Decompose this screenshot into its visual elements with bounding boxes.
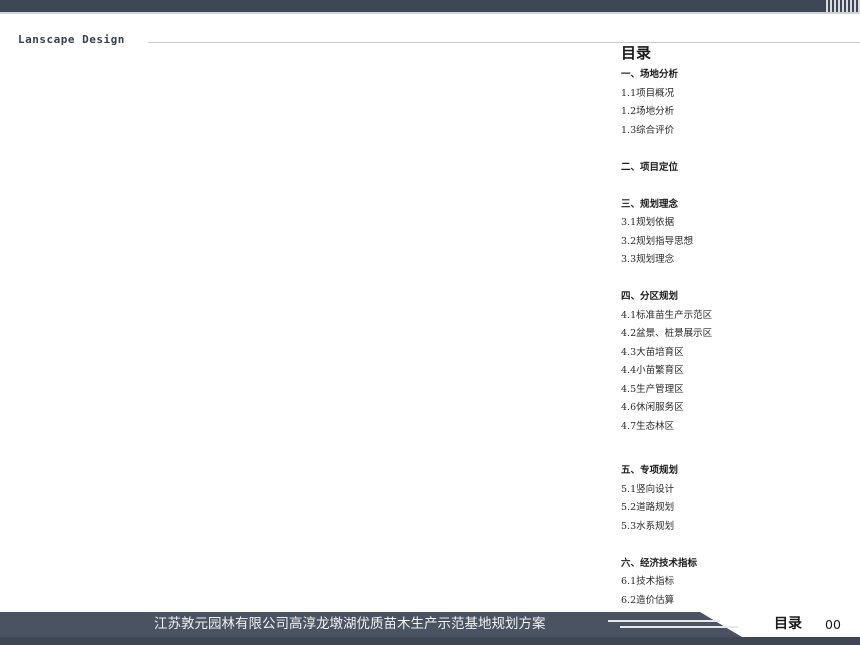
footer-stripe: [620, 626, 738, 628]
footer-base-bar: [0, 637, 860, 645]
brand-title: Lanscape Design: [18, 33, 125, 46]
toc-item[interactable]: 6.1技术指标: [621, 573, 851, 592]
toc-item[interactable]: 4.7生态林区: [621, 418, 851, 437]
toc-item[interactable]: 3.3规划理念: [621, 251, 851, 270]
top-divider: [0, 12, 860, 14]
toc-item[interactable]: 1.1项目概况: [621, 85, 851, 104]
top-bar: [0, 0, 860, 12]
toc-item[interactable]: 6.2造价估算: [621, 592, 851, 611]
section-heading[interactable]: 五、专项规划: [621, 462, 851, 481]
toc-title: 目录: [621, 44, 652, 62]
toc-item[interactable]: 4.3大苗培育区: [621, 344, 851, 363]
toc-item[interactable]: 1.2场地分析: [621, 103, 851, 122]
toc-item[interactable]: 4.2盆景、桩景展示区: [621, 325, 851, 344]
toc-item[interactable]: 5.1竖向设计: [621, 481, 851, 500]
toc-item[interactable]: 4.5生产管理区: [621, 381, 851, 400]
section-heading[interactable]: 四、分区规划: [621, 288, 851, 307]
footer-stripe: [608, 620, 720, 622]
toc-item[interactable]: 3.2规划指导思想: [621, 233, 851, 252]
toc-item[interactable]: 3.1规划依据: [621, 214, 851, 233]
toc-item[interactable]: 4.6休闲服务区: [621, 399, 851, 418]
toc-section-6: 六、经济技术指标 6.1技术指标 6.2造价估算: [621, 555, 851, 611]
section-heading[interactable]: 二、项目定位: [621, 159, 851, 178]
section-heading[interactable]: 三、规划理念: [621, 196, 851, 215]
toc-item[interactable]: 5.2道路规划: [621, 499, 851, 518]
section-heading[interactable]: 一、场地分析: [621, 66, 851, 85]
top-stripes-decoration: [826, 0, 860, 12]
toc-section-5: 五、专项规划 5.1竖向设计 5.2道路规划 5.3水系规划: [621, 462, 851, 536]
footer-section-label: 目录: [774, 616, 802, 632]
section-heading[interactable]: 六、经济技术指标: [621, 555, 851, 574]
toc-item[interactable]: 4.1标准苗生产示范区: [621, 307, 851, 326]
toc-section-3: 三、规划理念 3.1规划依据 3.2规划指导思想 3.3规划理念: [621, 196, 851, 270]
page-number: 00: [825, 617, 841, 632]
footer-notch: [700, 612, 742, 637]
toc-section-1: 一、场地分析 1.1项目概况 1.2场地分析 1.3综合评价: [621, 66, 851, 140]
toc-item[interactable]: 1.3综合评价: [621, 122, 851, 141]
toc-section-2: 二、项目定位: [621, 159, 851, 178]
toc-section-4: 四、分区规划 4.1标准苗生产示范区 4.2盆景、桩景展示区 4.3大苗培育区 …: [621, 288, 851, 436]
table-of-contents: 目录 一、场地分析 1.1项目概况 1.2场地分析 1.3综合评价 二、项目定位…: [621, 42, 851, 610]
toc-item[interactable]: 4.4小苗繁育区: [621, 362, 851, 381]
toc-item[interactable]: 5.3水系规划: [621, 518, 851, 537]
project-title: 江苏敦元园林有限公司高淳龙墩湖优质苗木生产示范基地规划方案: [154, 616, 546, 632]
